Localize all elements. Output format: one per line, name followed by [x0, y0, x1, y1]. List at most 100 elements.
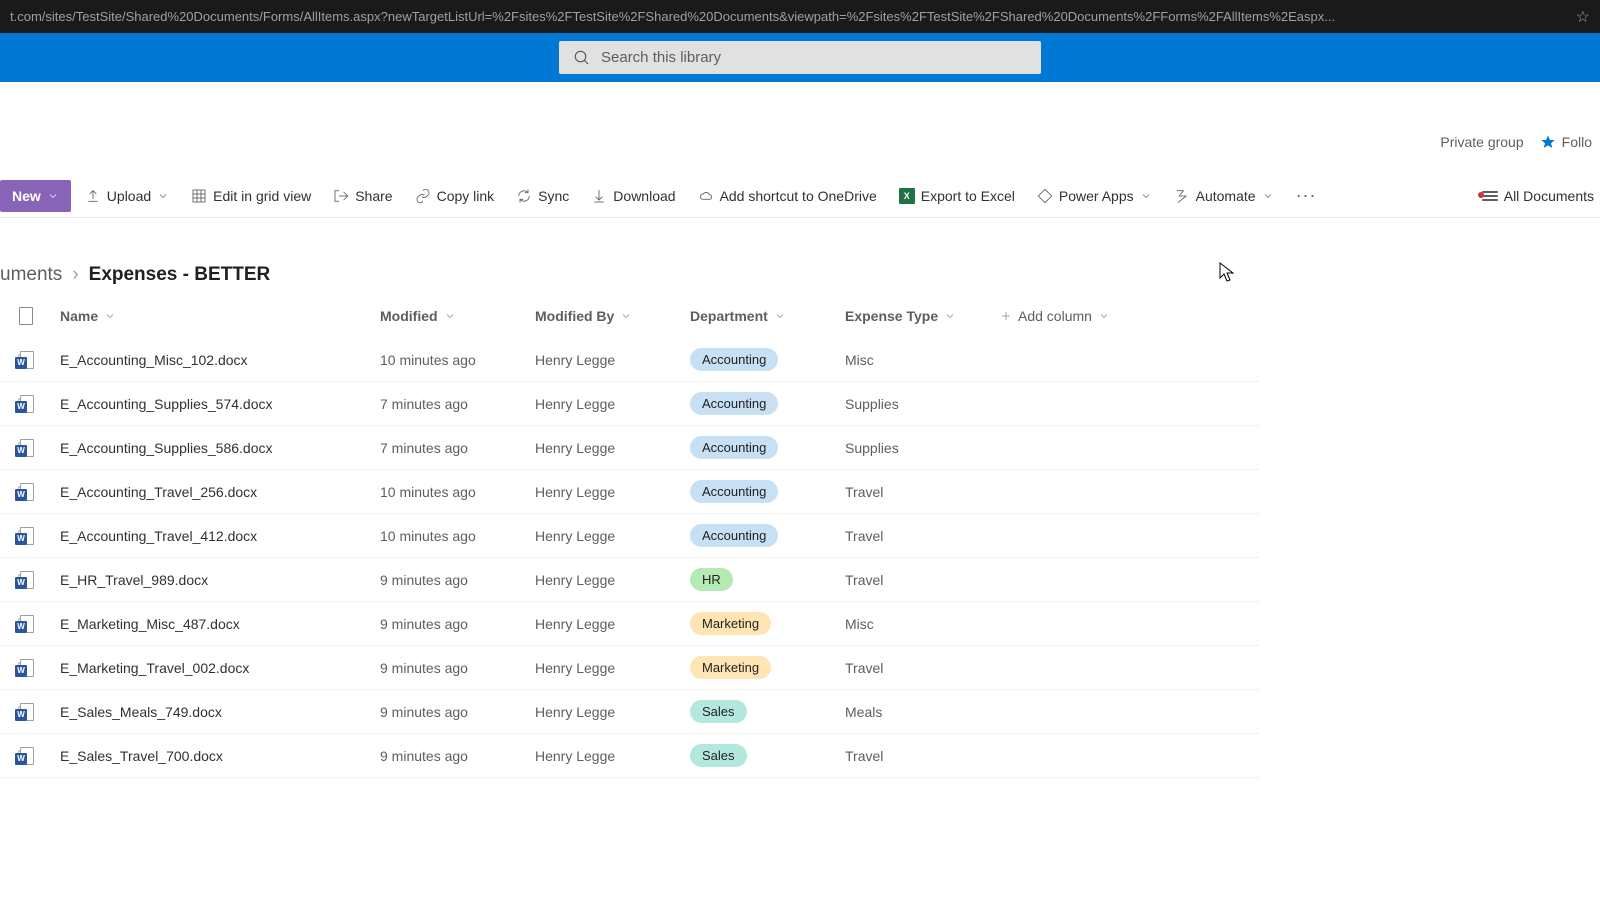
expense-type-column-label: Expense Type: [845, 308, 938, 324]
copy-link-button[interactable]: Copy link: [407, 180, 503, 212]
modified-by-cell[interactable]: Henry Legge: [535, 616, 690, 632]
search-box[interactable]: [559, 41, 1041, 74]
file-name-cell[interactable]: E_Accounting_Travel_412.docx: [60, 528, 380, 544]
file-icon-cell: ⌐W: [0, 658, 60, 678]
modified-by-cell[interactable]: Henry Legge: [535, 572, 690, 588]
view-switcher[interactable]: All Documents: [1476, 188, 1600, 204]
modified-column-header[interactable]: Modified: [380, 308, 535, 324]
modified-by-cell[interactable]: Henry Legge: [535, 396, 690, 412]
table-row[interactable]: ⌐W E_Accounting_Travel_412.docx10 minutes…: [0, 514, 1260, 558]
modified-cell: 9 minutes ago: [380, 572, 535, 588]
department-pill: Marketing: [690, 656, 771, 679]
table-row[interactable]: ⌐W E_Sales_Travel_700.docx9 minutes agoHe…: [0, 734, 1260, 778]
word-doc-icon: ⌐W: [18, 482, 34, 502]
expense-type-column-header[interactable]: Expense Type: [845, 308, 1000, 324]
edit-grid-button[interactable]: Edit in grid view: [183, 180, 319, 212]
share-button[interactable]: Share: [325, 180, 400, 212]
department-cell: Marketing: [690, 656, 845, 679]
department-pill: Accounting: [690, 480, 778, 503]
table-row[interactable]: ⌐WE_Accounting_Supplies_574.docx7 minute…: [0, 382, 1260, 426]
name-column-label: Name: [60, 308, 98, 324]
follow-label: Follo: [1562, 134, 1592, 150]
expense-type-cell: Travel: [845, 484, 1000, 500]
breadcrumb-parent[interactable]: uments: [0, 264, 62, 286]
table-row[interactable]: ⌐WE_HR_Travel_989.docx9 minutes agoHenry…: [0, 558, 1260, 602]
word-doc-icon: ⌐W: [18, 526, 34, 546]
breadcrumb: uments › Expenses - BETTER: [0, 218, 1600, 294]
follow-button[interactable]: Follo: [1540, 134, 1592, 150]
table-row[interactable]: ⌐WE_Accounting_Misc_102.docx10 minutes a…: [0, 338, 1260, 382]
add-shortcut-button[interactable]: Add shortcut to OneDrive: [690, 180, 885, 212]
download-icon: [591, 188, 607, 204]
table-row[interactable]: ⌐WE_Accounting_Travel_256.docx10 minutes…: [0, 470, 1260, 514]
sync-button[interactable]: Sync: [508, 180, 577, 212]
modified-by-column-label: Modified By: [535, 308, 614, 324]
new-button[interactable]: New: [0, 180, 71, 212]
modified-by-cell[interactable]: Henry Legge: [535, 352, 690, 368]
file-icon-cell: ⌐W: [0, 350, 60, 370]
table-row[interactable]: ⌐WE_Sales_Meals_749.docx9 minutes agoHen…: [0, 690, 1260, 734]
file-name-cell[interactable]: E_Accounting_Supplies_574.docx: [60, 396, 380, 412]
table-row[interactable]: ⌐WE_Marketing_Travel_002.docx9 minutes a…: [0, 646, 1260, 690]
modified-cell: 7 minutes ago: [380, 396, 535, 412]
upload-button[interactable]: Upload: [77, 180, 177, 212]
file-name-cell[interactable]: E_Marketing_Travel_002.docx: [60, 660, 380, 676]
modified-by-cell[interactable]: Henry Legge: [535, 528, 690, 544]
file-name-cell[interactable]: E_Sales_Meals_749.docx: [60, 704, 380, 720]
notification-dot-icon: [1478, 192, 1484, 198]
add-column-button[interactable]: Add column: [1000, 308, 1200, 324]
modified-by-cell[interactable]: Henry Legge: [535, 484, 690, 500]
department-cell: Accounting: [690, 348, 845, 371]
site-header: Private group Follo: [0, 82, 1600, 174]
word-doc-icon: ⌐W: [18, 438, 34, 458]
word-doc-icon: ⌐W: [18, 746, 34, 766]
file-name-cell[interactable]: E_Marketing_Misc_487.docx: [60, 616, 380, 632]
expense-type-cell: Misc: [845, 352, 1000, 368]
excel-icon: X: [899, 188, 915, 204]
export-excel-label: Export to Excel: [921, 188, 1015, 204]
search-icon: [573, 49, 591, 67]
share-icon: [333, 188, 349, 204]
modified-by-cell[interactable]: Henry Legge: [535, 440, 690, 456]
file-type-column-header[interactable]: [0, 307, 60, 325]
modified-by-column-header[interactable]: Modified By: [535, 308, 690, 324]
file-name-cell[interactable]: E_Sales_Travel_700.docx: [60, 748, 380, 764]
modified-cell: 9 minutes ago: [380, 748, 535, 764]
file-name-cell[interactable]: E_Accounting_Misc_102.docx: [60, 352, 380, 368]
chevron-down-icon: [157, 190, 169, 202]
file-name-cell[interactable]: E_Accounting_Supplies_586.docx: [60, 440, 380, 456]
file-icon-cell: ⌐W: [0, 702, 60, 722]
name-column-header[interactable]: Name: [60, 308, 380, 324]
department-column-label: Department: [690, 308, 768, 324]
chevron-down-icon: [774, 310, 786, 322]
table-row[interactable]: ⌐WE_Accounting_Supplies_586.docx7 minute…: [0, 426, 1260, 470]
expense-type-cell: Supplies: [845, 396, 1000, 412]
file-name-cell[interactable]: E_HR_Travel_989.docx: [60, 572, 380, 588]
modified-by-cell[interactable]: Henry Legge: [535, 748, 690, 764]
link-icon: [415, 188, 431, 204]
bookmark-star-icon[interactable]: ☆: [1576, 7, 1590, 27]
department-pill: Accounting: [690, 392, 778, 415]
download-button[interactable]: Download: [583, 180, 683, 212]
department-cell: HR: [690, 568, 845, 591]
modified-cell: 10 minutes ago: [380, 528, 535, 544]
file-icon-cell: ⌐W: [0, 526, 60, 546]
document-table: Name Modified Modified By Department Exp…: [0, 294, 1260, 778]
file-name-cell[interactable]: E_Accounting_Travel_256.docx: [60, 484, 380, 500]
search-input[interactable]: [601, 49, 1027, 66]
modified-by-cell[interactable]: Henry Legge: [535, 704, 690, 720]
department-column-header[interactable]: Department: [690, 308, 845, 324]
table-row[interactable]: ⌐WE_Marketing_Misc_487.docx9 minutes ago…: [0, 602, 1260, 646]
export-excel-button[interactable]: X Export to Excel: [891, 180, 1023, 212]
department-pill: Accounting: [690, 524, 778, 547]
department-pill: Accounting: [690, 348, 778, 371]
expense-type-cell: Travel: [845, 528, 1000, 544]
modified-by-cell[interactable]: Henry Legge: [535, 660, 690, 676]
expense-type-cell: Supplies: [845, 440, 1000, 456]
chevron-down-icon: [1140, 190, 1152, 202]
expense-type-cell: Travel: [845, 660, 1000, 676]
more-actions-button[interactable]: ···: [1288, 185, 1325, 206]
power-apps-button[interactable]: Power Apps: [1029, 180, 1160, 212]
automate-button[interactable]: Automate: [1166, 180, 1282, 212]
share-label: Share: [355, 188, 392, 204]
